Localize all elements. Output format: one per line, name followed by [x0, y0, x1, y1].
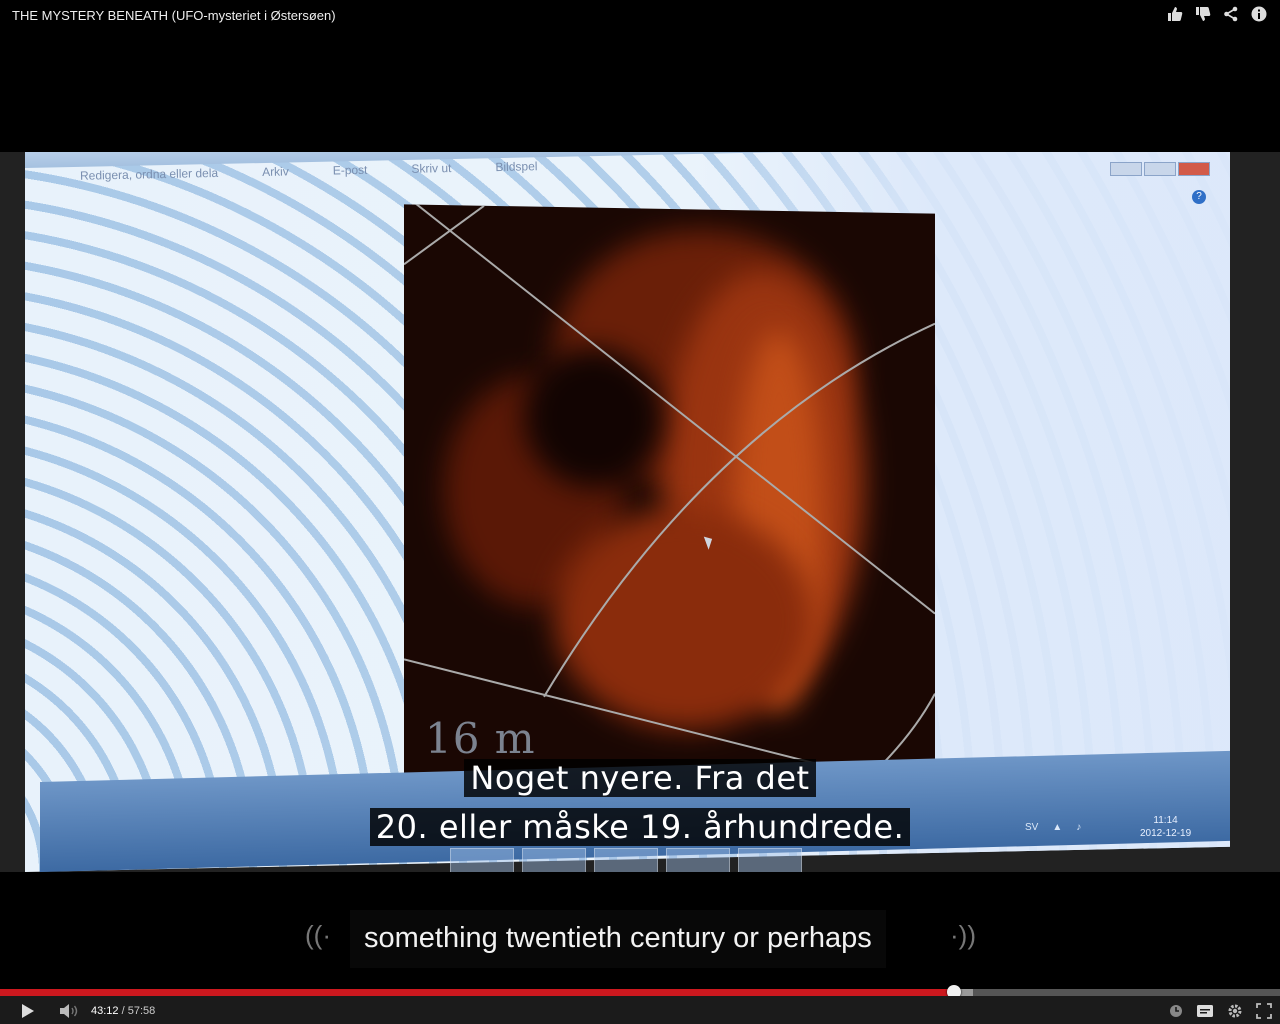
app-menu-item: Arkiv	[261, 164, 289, 179]
taskbar-icons	[450, 848, 802, 872]
video-title: THE MYSTERY BENEATH (UFO-mysteriet i Øst…	[12, 8, 336, 23]
depth-label: 16 m	[425, 714, 536, 763]
watch-later-icon[interactable]	[1168, 1003, 1184, 1019]
app-menu-item: Redigera, ordna eller dela	[79, 165, 219, 183]
top-actions	[1166, 5, 1268, 23]
info-icon[interactable]	[1250, 5, 1268, 23]
burned-subtitle-line-2: 20. eller måske 19. århundrede.	[0, 808, 1280, 846]
caption-right-deco: ·))	[950, 920, 976, 950]
share-icon[interactable]	[1222, 5, 1240, 23]
help-icon: ?	[1192, 190, 1206, 204]
window-buttons	[1110, 162, 1210, 176]
burned-subtitle-line-1: Noget nyere. Fra det	[0, 759, 1280, 797]
sonar-grid	[404, 204, 935, 787]
video-player[interactable]: Redigera, ordna eller dela Arkiv E-post …	[0, 152, 1280, 872]
like-icon[interactable]	[1166, 5, 1184, 23]
settings-gear-icon[interactable]	[1226, 1003, 1244, 1019]
closed-caption: something twentieth century or perhaps	[350, 910, 886, 968]
volume-icon[interactable]	[58, 1003, 80, 1019]
app-menu-item: E-post	[332, 162, 368, 178]
captions-icon[interactable]	[1196, 1003, 1214, 1019]
current-time: 43:12	[91, 1005, 119, 1017]
app-menu-item: Skriv ut	[411, 161, 452, 176]
progress-played	[0, 989, 954, 996]
progress-bar[interactable]	[0, 989, 1280, 996]
time-display: 43:12 / 57:58	[91, 1005, 155, 1017]
player-controls	[0, 996, 1280, 1024]
time-separator: /	[118, 1005, 128, 1017]
app-menu-item: Bildspel	[495, 159, 538, 175]
dislike-icon[interactable]	[1194, 5, 1212, 23]
play-icon[interactable]	[18, 1003, 38, 1019]
duration: 57:58	[127, 1005, 156, 1017]
fullscreen-icon[interactable]	[1255, 1003, 1273, 1019]
caption-left-deco: ((·	[305, 920, 331, 950]
sonar-image	[404, 204, 935, 787]
